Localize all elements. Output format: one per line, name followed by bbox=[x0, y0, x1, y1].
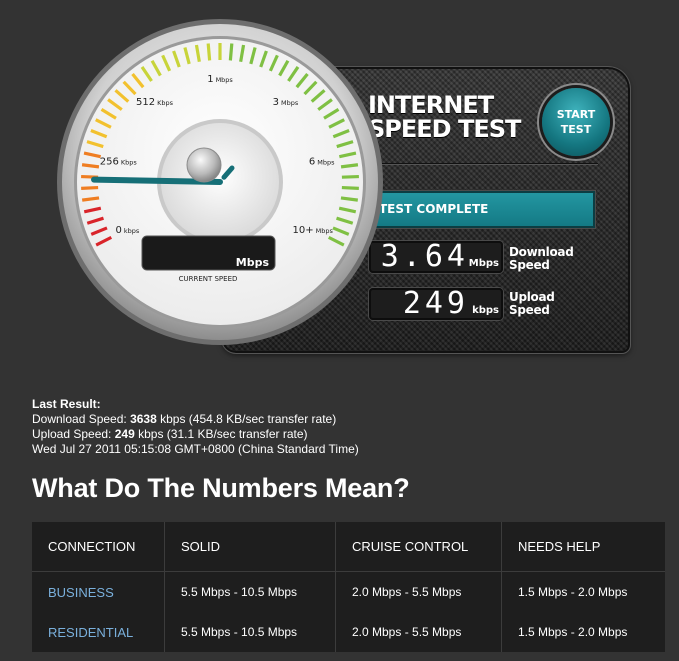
gauge-caption: CURRENT SPEED bbox=[179, 275, 238, 283]
upload-suffix: kbps (31.1 KB/sec transfer rate) bbox=[134, 427, 308, 441]
app-title: INTERNET SPEED TEST bbox=[368, 93, 540, 141]
gauge-tick-label: 256 Kbps bbox=[100, 156, 138, 167]
table-cell: 5.5 Mbps - 10.5 Mbps bbox=[164, 571, 336, 612]
start-label-1: START bbox=[556, 108, 596, 121]
upload-label: Upload Speed bbox=[509, 291, 555, 317]
table-row: BUSINESS 5.5 Mbps - 10.5 Mbps 2.0 Mbps -… bbox=[32, 571, 665, 612]
gauge-tick bbox=[341, 185, 359, 190]
table-cell: 5.5 Mbps - 10.5 Mbps bbox=[164, 612, 336, 652]
connection-business-link[interactable]: BUSINESS bbox=[32, 571, 165, 612]
gauge-tick bbox=[340, 196, 359, 202]
download-prefix: Download Speed: bbox=[32, 412, 131, 426]
last-result-upload: Upload Speed: 249 kbps (31.1 KB/sec tran… bbox=[32, 427, 359, 442]
gauge-tick bbox=[206, 43, 212, 61]
start-label-2: TEST bbox=[560, 123, 592, 136]
download-value: 3.64 bbox=[380, 239, 469, 274]
upload-kbps: 249 bbox=[114, 427, 135, 441]
numbers-heading: What Do The Numbers Mean? bbox=[32, 473, 410, 503]
table-cell: 1.5 Mbps - 2.0 Mbps bbox=[518, 585, 628, 599]
status-bar: TEST COMPLETE bbox=[369, 191, 595, 228]
table-cell: 2.0 Mbps - 5.5 Mbps bbox=[335, 612, 502, 652]
download-suffix: kbps (454.8 KB/sec transfer rate) bbox=[156, 412, 337, 426]
last-result-timestamp: Wed Jul 27 2011 05:15:08 GMT+0800 (China… bbox=[32, 442, 359, 456]
speed-table: CONNECTION SOLID CRUISE CONTROL NEEDS HE… bbox=[32, 522, 665, 652]
gauge-tick bbox=[81, 196, 100, 202]
gauge-readout-unit: Mbps bbox=[236, 256, 270, 269]
connection-residential-link[interactable]: RESIDENTIAL bbox=[32, 612, 165, 652]
upload-unit: kbps bbox=[472, 305, 499, 316]
upload-prefix: Upload Speed: bbox=[32, 427, 115, 441]
last-result: Last Result: Download Speed: 3638 kbps (… bbox=[32, 397, 359, 457]
table-header: SOLID bbox=[164, 522, 336, 572]
speedometer-gauge: 0 kbps 256 Kbps 512 Kbps 1 Mbps 3 Mbps 6 Mbps 10+ Mbp… bbox=[57, 19, 383, 345]
gauge-tick bbox=[228, 43, 234, 61]
table-header-row: CONNECTION SOLID CRUISE CONTROL NEEDS HE… bbox=[32, 522, 665, 572]
gauge-tick bbox=[340, 163, 359, 169]
gauge-tick bbox=[81, 185, 99, 190]
table-cell: 1.5 Mbps - 2.0 Mbps bbox=[518, 625, 628, 639]
download-label: Download Speed bbox=[509, 246, 574, 272]
last-result-download: Download Speed: 3638 kbps (454.8 KB/sec … bbox=[32, 412, 359, 427]
upload-label-2: Speed bbox=[509, 303, 550, 317]
panel-divider bbox=[366, 163, 598, 164]
download-unit: Mbps bbox=[468, 258, 499, 269]
gauge-tick-label: 1 Mbps bbox=[207, 74, 233, 85]
gauge-tick-label: 0 kbps bbox=[115, 225, 139, 236]
table-header: NEEDS HELP bbox=[501, 522, 665, 572]
gauge-tick-label: 512 Kbps bbox=[136, 97, 174, 108]
gauge-tick-label: 10+ Mbps bbox=[292, 225, 333, 236]
gauge-hub bbox=[186, 147, 222, 183]
gauge-tick-label: 6 Mbps bbox=[309, 156, 335, 167]
upload-value: 249 bbox=[402, 286, 469, 321]
download-readout: 3.64 Mbps bbox=[369, 241, 503, 273]
title-line-2: SPEED TEST bbox=[368, 115, 521, 143]
upload-readout: 249 kbps bbox=[369, 288, 503, 320]
gauge-tick bbox=[341, 174, 359, 179]
table-row: RESIDENTIAL 5.5 Mbps - 10.5 Mbps 2.0 Mbp… bbox=[32, 612, 665, 652]
gauge-tick-label: 3 Mbps bbox=[273, 97, 299, 108]
last-result-heading: Last Result: bbox=[32, 397, 101, 411]
table-header: CONNECTION bbox=[32, 522, 165, 572]
table-header: CRUISE CONTROL bbox=[335, 522, 502, 572]
title-line-1: INTERNET bbox=[368, 91, 494, 119]
table-cell: 2.0 Mbps - 5.5 Mbps bbox=[335, 571, 502, 612]
download-kbps: 3638 bbox=[130, 412, 157, 426]
download-label-2: Speed bbox=[509, 258, 550, 272]
start-test-button[interactable]: START TEST bbox=[542, 88, 610, 156]
gauge-tick bbox=[81, 163, 100, 169]
